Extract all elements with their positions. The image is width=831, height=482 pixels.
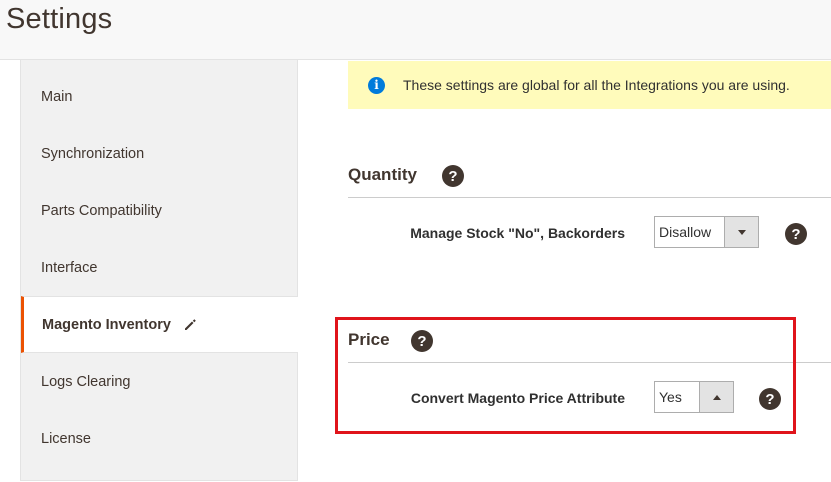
sidebar-item-label: Main [41, 88, 73, 105]
divider [348, 197, 831, 198]
sidebar-item-synchronization[interactable]: Synchronization [21, 125, 298, 182]
sidebar-item-label: Parts Compatibility [41, 202, 162, 219]
select-value: Disallow [659, 224, 712, 240]
sidebar-item-parts-compatibility[interactable]: Parts Compatibility [21, 182, 298, 239]
info-icon: i [368, 76, 385, 94]
page-title: Settings [6, 3, 113, 35]
sidebar-item-main[interactable]: Main [21, 68, 298, 125]
quantity-help-icon[interactable]: ? [442, 165, 464, 187]
sidebar-item-logs-clearing[interactable]: Logs Clearing [21, 353, 298, 410]
pencil-icon [183, 318, 197, 332]
sidebar: Main Synchronization Parts Compatibility… [20, 60, 298, 481]
sidebar-item-magento-inventory[interactable]: Magento Inventory [21, 296, 298, 353]
manage-stock-select[interactable]: Disallow [654, 216, 759, 248]
notice-text: These settings are global for all the In… [403, 77, 790, 93]
global-settings-notice: i These settings are global for all the … [348, 61, 831, 109]
highlight-annotation-box [335, 317, 796, 434]
quantity-section-title: Quantity [348, 165, 417, 184]
sidebar-item-label: Interface [41, 259, 98, 276]
manage-stock-help-icon[interactable]: ? [785, 223, 807, 245]
manage-stock-label: Manage Stock "No", Backorders [410, 225, 625, 241]
sidebar-item-label: License [41, 430, 91, 447]
chevron-down-icon[interactable] [724, 217, 758, 247]
page-header: Settings [0, 0, 831, 60]
sidebar-item-label: Logs Clearing [41, 373, 131, 390]
sidebar-item-label: Magento Inventory [42, 316, 171, 333]
sidebar-item-label: Synchronization [41, 145, 145, 162]
sidebar-item-interface[interactable]: Interface [21, 239, 298, 296]
sidebar-item-license[interactable]: License [21, 410, 298, 467]
